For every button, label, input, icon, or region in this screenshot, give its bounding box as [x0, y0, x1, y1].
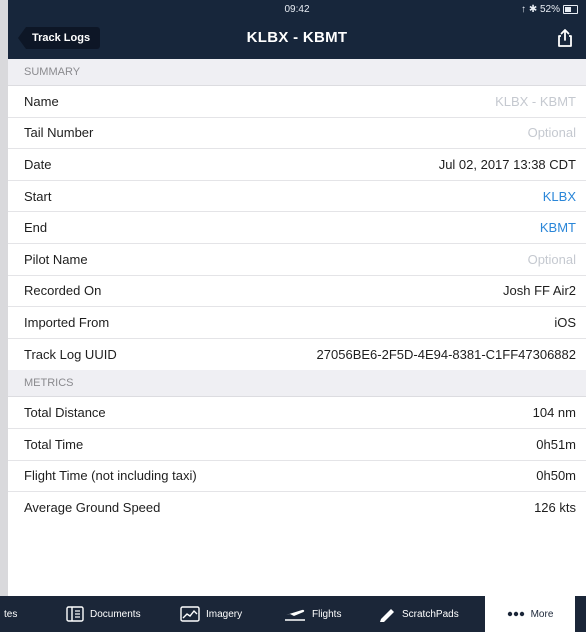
total-time-row: Total Time 0h51m: [8, 429, 586, 461]
battery-icon: [563, 5, 578, 14]
nav-bar: Track Logs KLBX - KBMT: [8, 17, 586, 59]
start-airport-link[interactable]: KLBX: [543, 189, 576, 204]
documents-icon: [66, 606, 84, 622]
name-label: Name: [24, 93, 59, 109]
flight-time-row: Flight Time (not including taxi) 0h50m: [8, 461, 586, 493]
flights-icon: [285, 609, 305, 621]
pilot-name-label: Pilot Name: [24, 251, 88, 267]
recorded-on-label: Recorded On: [24, 283, 102, 299]
start-row[interactable]: Start KLBX: [8, 181, 586, 213]
imported-from-row: Imported From iOS: [8, 307, 586, 339]
more-icon: [507, 611, 524, 617]
avg-ground-speed-label: Average Ground Speed: [24, 500, 161, 516]
metrics-section-header: METRICS: [8, 370, 586, 398]
status-bar: 09:42 ↑ ✱ 52%: [8, 0, 586, 17]
tab-notes[interactable]: tes: [4, 596, 17, 632]
share-button[interactable]: [554, 27, 576, 49]
recorded-on-row: Recorded On Josh FF Air2: [8, 276, 586, 308]
tab-flights[interactable]: Flights: [284, 596, 341, 632]
summary-section-header: SUMMARY: [8, 59, 586, 86]
tab-scratchpads[interactable]: ScratchPads: [378, 596, 459, 632]
end-row[interactable]: End KBMT: [8, 212, 586, 244]
page-title: KLBX - KBMT: [246, 29, 348, 46]
tail-number-row[interactable]: Tail Number Optional: [8, 118, 586, 150]
total-time-label: Total Time: [24, 436, 84, 452]
imported-from-label: Imported From: [24, 314, 110, 330]
end-airport-link[interactable]: KBMT: [540, 220, 576, 235]
tab-documents-label: Documents: [90, 608, 141, 620]
imported-from-value: iOS: [554, 314, 576, 330]
tab-documents[interactable]: Documents: [66, 596, 141, 632]
tab-notes-label: tes: [4, 608, 18, 620]
total-distance-row: Total Distance 104 nm: [8, 397, 586, 429]
scratchpads-icon: [380, 609, 394, 622]
tab-scratchpads-label: ScratchPads: [402, 608, 459, 620]
track-log-details: SUMMARY Name KLBX - KBMT Tail Number Opt…: [8, 59, 586, 596]
uuid-label: Track Log UUID: [24, 347, 117, 363]
metrics-list: Total Distance 104 nm Total Time 0h51m F…: [8, 397, 586, 523]
uuid-row: Track Log UUID 27056BE6-2F5D-4E94-8381-C…: [8, 339, 586, 371]
date-value: Jul 02, 2017 13:38 CDT: [438, 156, 576, 172]
uuid-value: 27056BE6-2F5D-4E94-8381-C1FF47306882: [316, 347, 576, 363]
tab-imagery-label: Imagery: [206, 608, 243, 620]
status-indicator-text: ↑ ✱ 52%: [521, 4, 560, 15]
tab-flights-label: Flights: [312, 608, 342, 620]
recorded-on-value: Josh FF Air2: [503, 283, 576, 299]
start-label: Start: [24, 188, 52, 204]
total-distance-value: 104 nm: [532, 405, 576, 421]
tab-more-label: More: [530, 608, 554, 620]
tab-imagery[interactable]: Imagery: [180, 596, 242, 632]
tail-number-label: Tail Number: [24, 125, 94, 141]
end-label: End: [24, 220, 48, 236]
pilot-name-row[interactable]: Pilot Name Optional: [8, 244, 586, 276]
status-time: 09:42: [284, 4, 310, 15]
summary-list: Name KLBX - KBMT Tail Number Optional Da…: [8, 86, 586, 370]
avg-ground-speed-row: Average Ground Speed 126 kts: [8, 492, 586, 524]
tail-number-field[interactable]: Optional: [528, 125, 576, 140]
tab-bar: tes Documents Imagery Flights ScratchPad…: [0, 596, 586, 632]
name-field[interactable]: KLBX - KBMT: [495, 94, 576, 109]
flight-time-value: 0h50m: [536, 468, 576, 484]
share-icon: [558, 29, 572, 47]
total-distance-label: Total Distance: [24, 405, 106, 421]
imagery-icon: [180, 606, 200, 622]
avg-ground-speed-value: 126 kts: [534, 500, 576, 516]
pilot-name-field[interactable]: Optional: [528, 252, 576, 267]
total-time-value: 0h51m: [536, 436, 576, 452]
date-label: Date: [24, 156, 52, 172]
status-indicators: ↑ ✱ 52%: [521, 4, 578, 15]
tab-more[interactable]: More: [485, 596, 575, 632]
date-row[interactable]: Date Jul 02, 2017 13:38 CDT: [8, 149, 586, 181]
flight-time-label: Flight Time (not including taxi): [24, 468, 197, 484]
name-row[interactable]: Name KLBX - KBMT: [8, 86, 586, 118]
